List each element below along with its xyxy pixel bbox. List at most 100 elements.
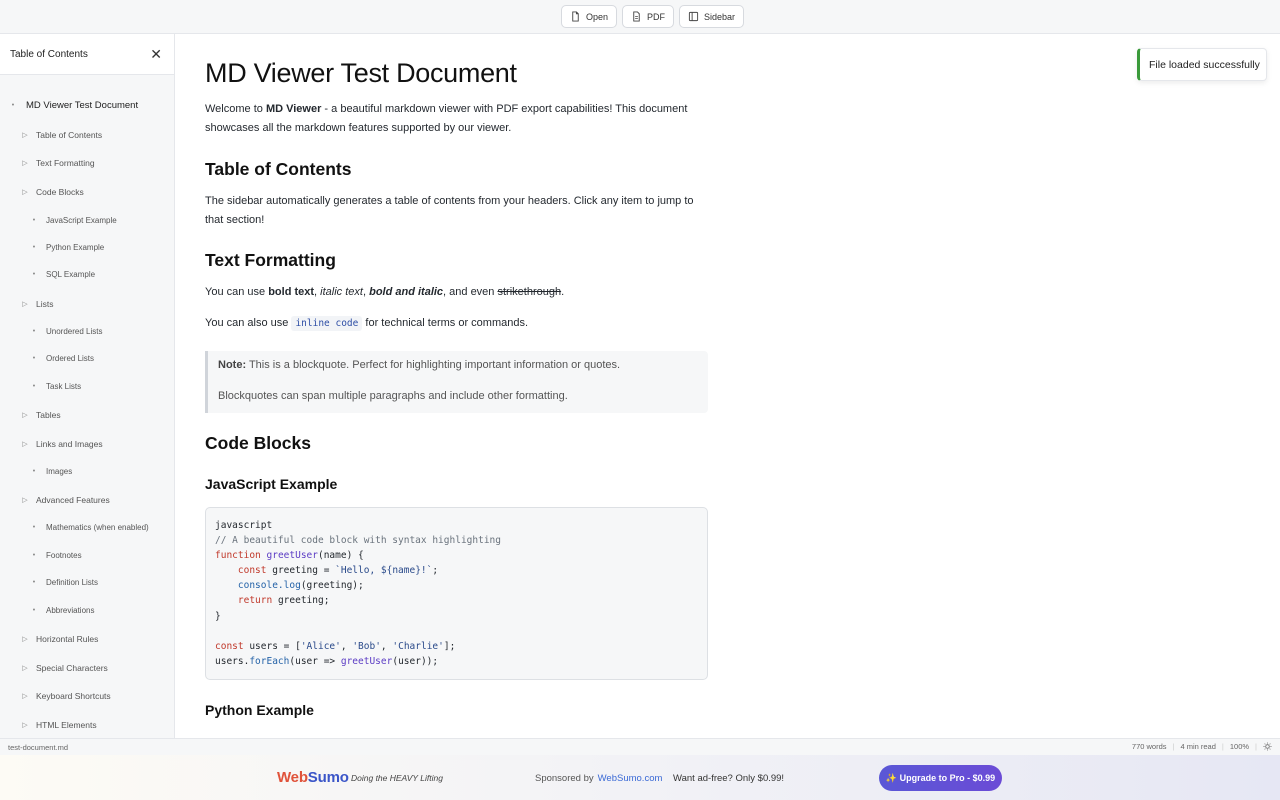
sun-icon[interactable]: [1263, 742, 1272, 751]
toolbar-buttons: Open PDF Sidebar: [561, 5, 745, 28]
status-zoom[interactable]: 100%: [1230, 742, 1249, 751]
sponsor-link[interactable]: WebSumo.com: [598, 773, 663, 784]
sidebar-title: Table of Contents: [10, 48, 88, 60]
toc-item[interactable]: • Task Lists: [29, 382, 81, 391]
bullet-icon: •: [32, 607, 36, 614]
inline-text: You can also use: [205, 317, 292, 329]
toc-item[interactable]: • Images: [29, 467, 72, 476]
status-separator: |: [1172, 742, 1175, 751]
toast-message: File loaded successfully: [1149, 58, 1260, 71]
bullet-icon: •: [32, 524, 36, 531]
toc-item[interactable]: • Abbreviations: [29, 606, 95, 615]
toc-item[interactable]: • Mathematics (when enabled): [29, 523, 149, 532]
toc-item[interactable]: ▷ Code Blocks: [20, 187, 84, 197]
toc-item-label: Code Blocks: [36, 187, 84, 197]
toc-item-label: Task Lists: [46, 382, 82, 391]
bullet-icon: •: [32, 217, 36, 224]
toc-item-label: Links and Images: [36, 439, 103, 449]
bullet-icon: •: [32, 355, 36, 362]
code-text: users = [: [243, 640, 301, 652]
status-word-count: 770 words: [1131, 742, 1167, 751]
code-text: ,: [380, 640, 393, 652]
triangle-right-icon: ▷: [22, 497, 28, 504]
bullet-icon: •: [32, 244, 36, 251]
code-object: console.: [237, 580, 284, 592]
triangle-right-icon: ▷: [22, 441, 28, 448]
websumo-logo[interactable]: WebSumo: [277, 769, 349, 786]
triangle-right-icon: ▷: [22, 301, 28, 308]
status-bar: test-document.md 770 words | 4 min read …: [0, 738, 1280, 755]
toc-item-label: MD Viewer Test Document: [26, 100, 139, 111]
close-icon[interactable]: ✕: [150, 47, 162, 61]
code-text: ;: [432, 565, 439, 577]
status-separator: |: [1221, 742, 1224, 751]
toc-item[interactable]: ▷ Advanced Features: [20, 495, 110, 505]
toc-item-label: Tables: [36, 410, 61, 420]
code-comment: // A beautiful code block with syntax hi…: [215, 535, 501, 547]
inline-text-rest: for technical terms or commands.: [362, 317, 529, 329]
toc-item[interactable]: • JavaScript Example: [29, 216, 117, 225]
open-label: Open: [586, 11, 609, 22]
toc-item[interactable]: • Python Example: [29, 243, 105, 252]
toc-item[interactable]: ▷ Tables: [20, 410, 61, 420]
toc-sidebar: Table of Contents ✕ • MD Viewer Test Docu…: [0, 34, 175, 738]
logo-text-sumo: Sumo: [307, 769, 349, 786]
toc-item-label: Ordered Lists: [46, 354, 95, 363]
code-block-javascript[interactable]: javascript // A beautiful code block wit…: [205, 507, 708, 680]
status-read-time: 4 min read: [1180, 742, 1216, 751]
intro-bold: MD Viewer: [265, 103, 322, 115]
toc-item-label: JavaScript Example: [46, 216, 117, 225]
toc-item[interactable]: ▷ HTML Elements: [20, 720, 96, 730]
code-text: greeting;: [272, 595, 330, 607]
triangle-right-icon: ▷: [22, 160, 28, 167]
code-keyword: const: [215, 640, 244, 652]
toc-item-label: Advanced Features: [36, 495, 110, 505]
bullet-icon: •: [32, 552, 36, 559]
pdf-label: PDF: [647, 11, 666, 22]
toc-item[interactable]: ▷ Text Formatting: [20, 158, 94, 168]
code-keyword: return: [237, 595, 273, 607]
toc-item[interactable]: ▷ Links and Images: [20, 439, 103, 449]
toc-item-label: Mathematics (when enabled): [46, 523, 149, 532]
toc-item[interactable]: • Definition Lists: [29, 578, 98, 587]
toc-item[interactable]: • Ordered Lists: [29, 354, 94, 363]
pdf-file-icon: [633, 11, 640, 22]
open-button[interactable]: Open: [561, 5, 618, 28]
fmt-text: , and even: [443, 286, 498, 298]
code-string: `Hello, ${name}!`: [335, 565, 433, 577]
toc-item-label: SQL Example: [46, 270, 96, 279]
pdf-button[interactable]: PDF: [622, 5, 675, 28]
code-text: (greeting);: [300, 580, 364, 592]
toast-notification: File loaded successfully: [1137, 48, 1267, 81]
toc-item[interactable]: • Unordered Lists: [29, 327, 103, 336]
toc-item[interactable]: ▷ Table of Contents: [20, 130, 102, 140]
sidebar-toggle-button[interactable]: Sidebar: [679, 5, 745, 28]
code-text: (user));: [392, 655, 439, 667]
upgrade-button[interactable]: ✨ Upgrade to Pro - $0.99: [879, 765, 1002, 791]
toc-item[interactable]: • Footnotes: [29, 551, 82, 560]
toc-item-label: Python Example: [46, 243, 105, 252]
toc-item[interactable]: • SQL Example: [29, 270, 95, 279]
toc-item[interactable]: ▷ Keyboard Shortcuts: [20, 691, 110, 701]
bullet-icon: •: [32, 271, 36, 278]
heading-text-formatting: Text Formatting: [205, 250, 336, 270]
blockquote-text: This is a blockquote. Perfect for highli…: [246, 359, 621, 371]
fmt-text: .: [561, 286, 565, 298]
toc-item[interactable]: ▷ Horizontal Rules: [20, 634, 98, 644]
intro-paragraph: Welcome to MD Viewer - a beautiful markd…: [205, 100, 708, 138]
fmt-text: You can use: [205, 286, 269, 298]
heading-table-of-contents: Table of Contents: [205, 159, 352, 179]
triangle-right-icon: ▷: [22, 636, 28, 643]
document-title: MD Viewer Test Document: [205, 58, 517, 88]
toc-item-label: Special Characters: [36, 663, 108, 673]
bullet-icon: •: [32, 579, 36, 586]
toc-item[interactable]: ▷ Special Characters: [20, 663, 108, 673]
toc-item[interactable]: ▷ Lists: [20, 299, 53, 309]
status-filename: test-document.md: [8, 743, 69, 752]
toc-item[interactable]: • MD Viewer Test Document: [8, 100, 138, 111]
blockquote: Note: This is a blockquote. Perfect for …: [205, 351, 708, 413]
code-keyword: function: [215, 550, 261, 562]
toc-item-label: Table of Contents: [36, 130, 103, 140]
inline-code: inline code: [291, 316, 363, 331]
toc-paragraph: The sidebar automatically generates a ta…: [205, 195, 694, 226]
